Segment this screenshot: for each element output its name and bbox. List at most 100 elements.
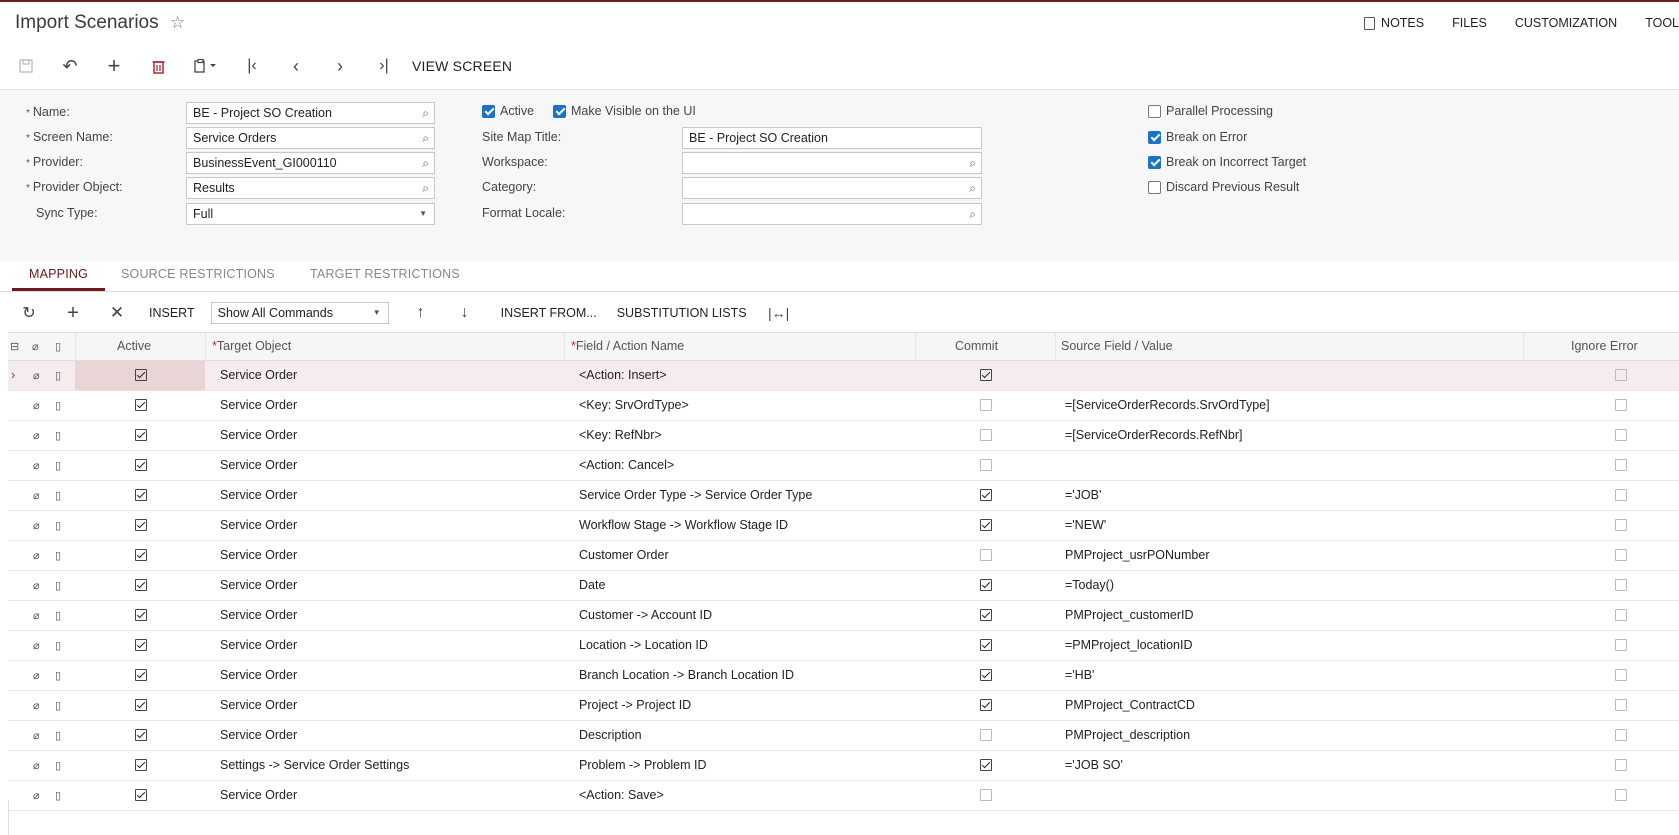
screen-name-field[interactable]: Service Orders ⌕ <box>186 127 435 149</box>
field-action-cell[interactable]: Branch Location -> Branch Location ID <box>579 668 794 682</box>
format-locale-field[interactable]: ⌕ <box>682 203 982 225</box>
field-action-cell[interactable]: Customer Order <box>579 548 669 562</box>
table-row[interactable]: ⌀ ▯ Service Order Project -> Project ID PMPr… <box>8 691 1679 721</box>
ignore-error-checkbox[interactable] <box>1615 759 1627 774</box>
field-action-cell[interactable]: Workflow Stage -> Workflow Stage ID <box>579 518 788 532</box>
move-down-icon[interactable]: ↓ <box>443 298 487 328</box>
attachment-icon[interactable]: ⌀ <box>33 729 40 742</box>
active-checkbox[interactable] <box>135 609 147 624</box>
attachment-icon[interactable]: ⌀ <box>33 369 40 382</box>
note-icon[interactable]: ▯ <box>55 609 61 622</box>
commit-checkbox[interactable] <box>980 639 992 654</box>
active-checkbox[interactable] <box>135 699 147 714</box>
ignore-error-checkbox[interactable] <box>1615 399 1627 414</box>
active-checkbox[interactable] <box>135 759 147 774</box>
ignore-error-checkbox[interactable] <box>1615 459 1627 474</box>
search-icon[interactable]: ⌕ <box>969 178 976 198</box>
attachment-icon[interactable]: ⌀ <box>33 459 40 472</box>
target-object-cell[interactable]: Service Order <box>220 578 297 592</box>
note-icon[interactable]: ▯ <box>55 729 61 742</box>
field-action-cell[interactable]: <Action: Save> <box>579 788 664 802</box>
note-icon[interactable]: ▯ <box>55 549 61 562</box>
field-action-cell[interactable]: Location -> Location ID <box>579 638 708 652</box>
active-checkbox[interactable] <box>135 639 147 654</box>
target-object-cell[interactable]: Service Order <box>220 368 297 382</box>
move-up-icon[interactable]: ↑ <box>399 298 443 328</box>
add-icon[interactable]: + <box>92 51 136 81</box>
ignore-error-checkbox[interactable] <box>1615 369 1627 384</box>
ignore-error-checkbox[interactable] <box>1615 489 1627 504</box>
refresh-icon[interactable]: ↻ <box>7 298 51 328</box>
attachment-icon[interactable]: ⌀ <box>33 669 40 682</box>
table-row[interactable]: › ⌀ ▯ Service Order <Action: Insert> <box>8 361 1679 391</box>
command-filter-select[interactable]: Show All Commands ▼ <box>210 302 389 324</box>
ignore-error-checkbox[interactable] <box>1615 639 1627 654</box>
note-icon[interactable]: ▯ <box>55 459 61 472</box>
field-action-cell[interactable]: Description <box>579 728 642 742</box>
commit-checkbox[interactable] <box>980 489 992 504</box>
column-ignore-error[interactable]: Ignore Error <box>1571 339 1638 353</box>
source-value-cell[interactable]: ='JOB' <box>1065 488 1101 502</box>
commit-checkbox[interactable] <box>980 759 992 774</box>
source-value-cell[interactable]: ='HB' <box>1065 668 1094 682</box>
target-object-cell[interactable]: Service Order <box>220 428 297 442</box>
favorite-star-icon[interactable]: ☆ <box>170 13 185 33</box>
search-icon[interactable]: ⌕ <box>422 153 429 173</box>
notes-link[interactable]: NOTES <box>1364 16 1424 30</box>
active-checkbox[interactable] <box>135 369 147 384</box>
ignore-error-checkbox[interactable] <box>1615 579 1627 594</box>
attachment-icon[interactable]: ⌀ <box>33 639 40 652</box>
attachment-icon[interactable]: ⌀ <box>33 579 40 592</box>
break-on-incorrect-target-checkbox[interactable]: Break on Incorrect Target <box>1148 155 1306 169</box>
table-row[interactable]: ⌀ ▯ Service Order Workflow Stage -> Workflo… <box>8 511 1679 541</box>
commit-checkbox[interactable] <box>980 369 992 384</box>
search-icon[interactable]: ⌕ <box>422 128 429 148</box>
field-action-cell[interactable]: Service Order Type -> Service Order Type <box>579 488 812 502</box>
note-icon[interactable]: ▯ <box>55 789 61 802</box>
break-on-error-checkbox[interactable]: Break on Error <box>1148 130 1247 144</box>
first-record-icon[interactable]: |‹ <box>230 51 274 81</box>
table-row[interactable]: ⌀ ▯ Service Order Date =Today() <box>8 571 1679 601</box>
note-icon[interactable]: ▯ <box>55 579 61 592</box>
target-object-cell[interactable]: Service Order <box>220 698 297 712</box>
note-icon[interactable]: ▯ <box>55 489 61 502</box>
active-checkbox[interactable] <box>135 489 147 504</box>
active-checkbox[interactable] <box>135 459 147 474</box>
clipboard-icon[interactable] <box>180 51 230 81</box>
table-row[interactable]: ⌀ ▯ Service Order <Key: RefNbr> =[ServiceOrd… <box>8 421 1679 451</box>
note-icon[interactable]: ▯ <box>55 369 61 382</box>
row-settings-icon[interactable]: ⊟ <box>10 340 19 353</box>
search-icon[interactable]: ⌕ <box>422 103 429 123</box>
provider-object-field[interactable]: Results ⌕ <box>186 177 435 199</box>
commit-checkbox[interactable] <box>980 729 992 744</box>
attachment-icon[interactable]: ⌀ <box>33 399 40 412</box>
target-object-cell[interactable]: Service Order <box>220 728 297 742</box>
ignore-error-checkbox[interactable] <box>1615 519 1627 534</box>
undo-icon[interactable]: ↶ <box>48 51 92 81</box>
tab-source-restrictions[interactable]: SOURCE RESTRICTIONS <box>121 267 275 281</box>
source-value-cell[interactable]: =PMProject_locationID <box>1065 638 1193 652</box>
commit-checkbox[interactable] <box>980 669 992 684</box>
field-action-cell[interactable]: <Action: Cancel> <box>579 458 674 472</box>
insert-button[interactable]: INSERT <box>149 306 195 320</box>
target-object-cell[interactable]: Service Order <box>220 398 297 412</box>
attachment-icon[interactable]: ⌀ <box>33 789 40 802</box>
attachment-icon[interactable]: ⌀ <box>33 699 40 712</box>
active-checkbox[interactable] <box>135 669 147 684</box>
tools-link[interactable]: TOOL <box>1645 16 1679 30</box>
table-row[interactable]: ⌀ ▯ Service Order <Key: SrvOrdType> =[Servic… <box>8 391 1679 421</box>
column-source[interactable]: Source Field / Value <box>1061 339 1173 353</box>
note-icon[interactable]: ▯ <box>55 699 61 712</box>
source-value-cell[interactable]: PMProject_usrPONumber <box>1065 548 1210 562</box>
commit-checkbox[interactable] <box>980 609 992 624</box>
ignore-error-checkbox[interactable] <box>1615 699 1627 714</box>
active-checkbox[interactable]: Active <box>482 104 534 118</box>
active-checkbox[interactable] <box>135 789 147 804</box>
column-field-action[interactable]: *Field / Action Name <box>571 339 684 353</box>
sync-type-select[interactable]: Full ▼ <box>186 203 435 225</box>
save-icon[interactable] <box>4 51 48 81</box>
ignore-error-checkbox[interactable] <box>1615 549 1627 564</box>
files-link[interactable]: FILES <box>1452 16 1487 30</box>
fit-columns-icon[interactable]: |↔| <box>757 298 801 328</box>
search-icon[interactable]: ⌕ <box>422 178 429 198</box>
